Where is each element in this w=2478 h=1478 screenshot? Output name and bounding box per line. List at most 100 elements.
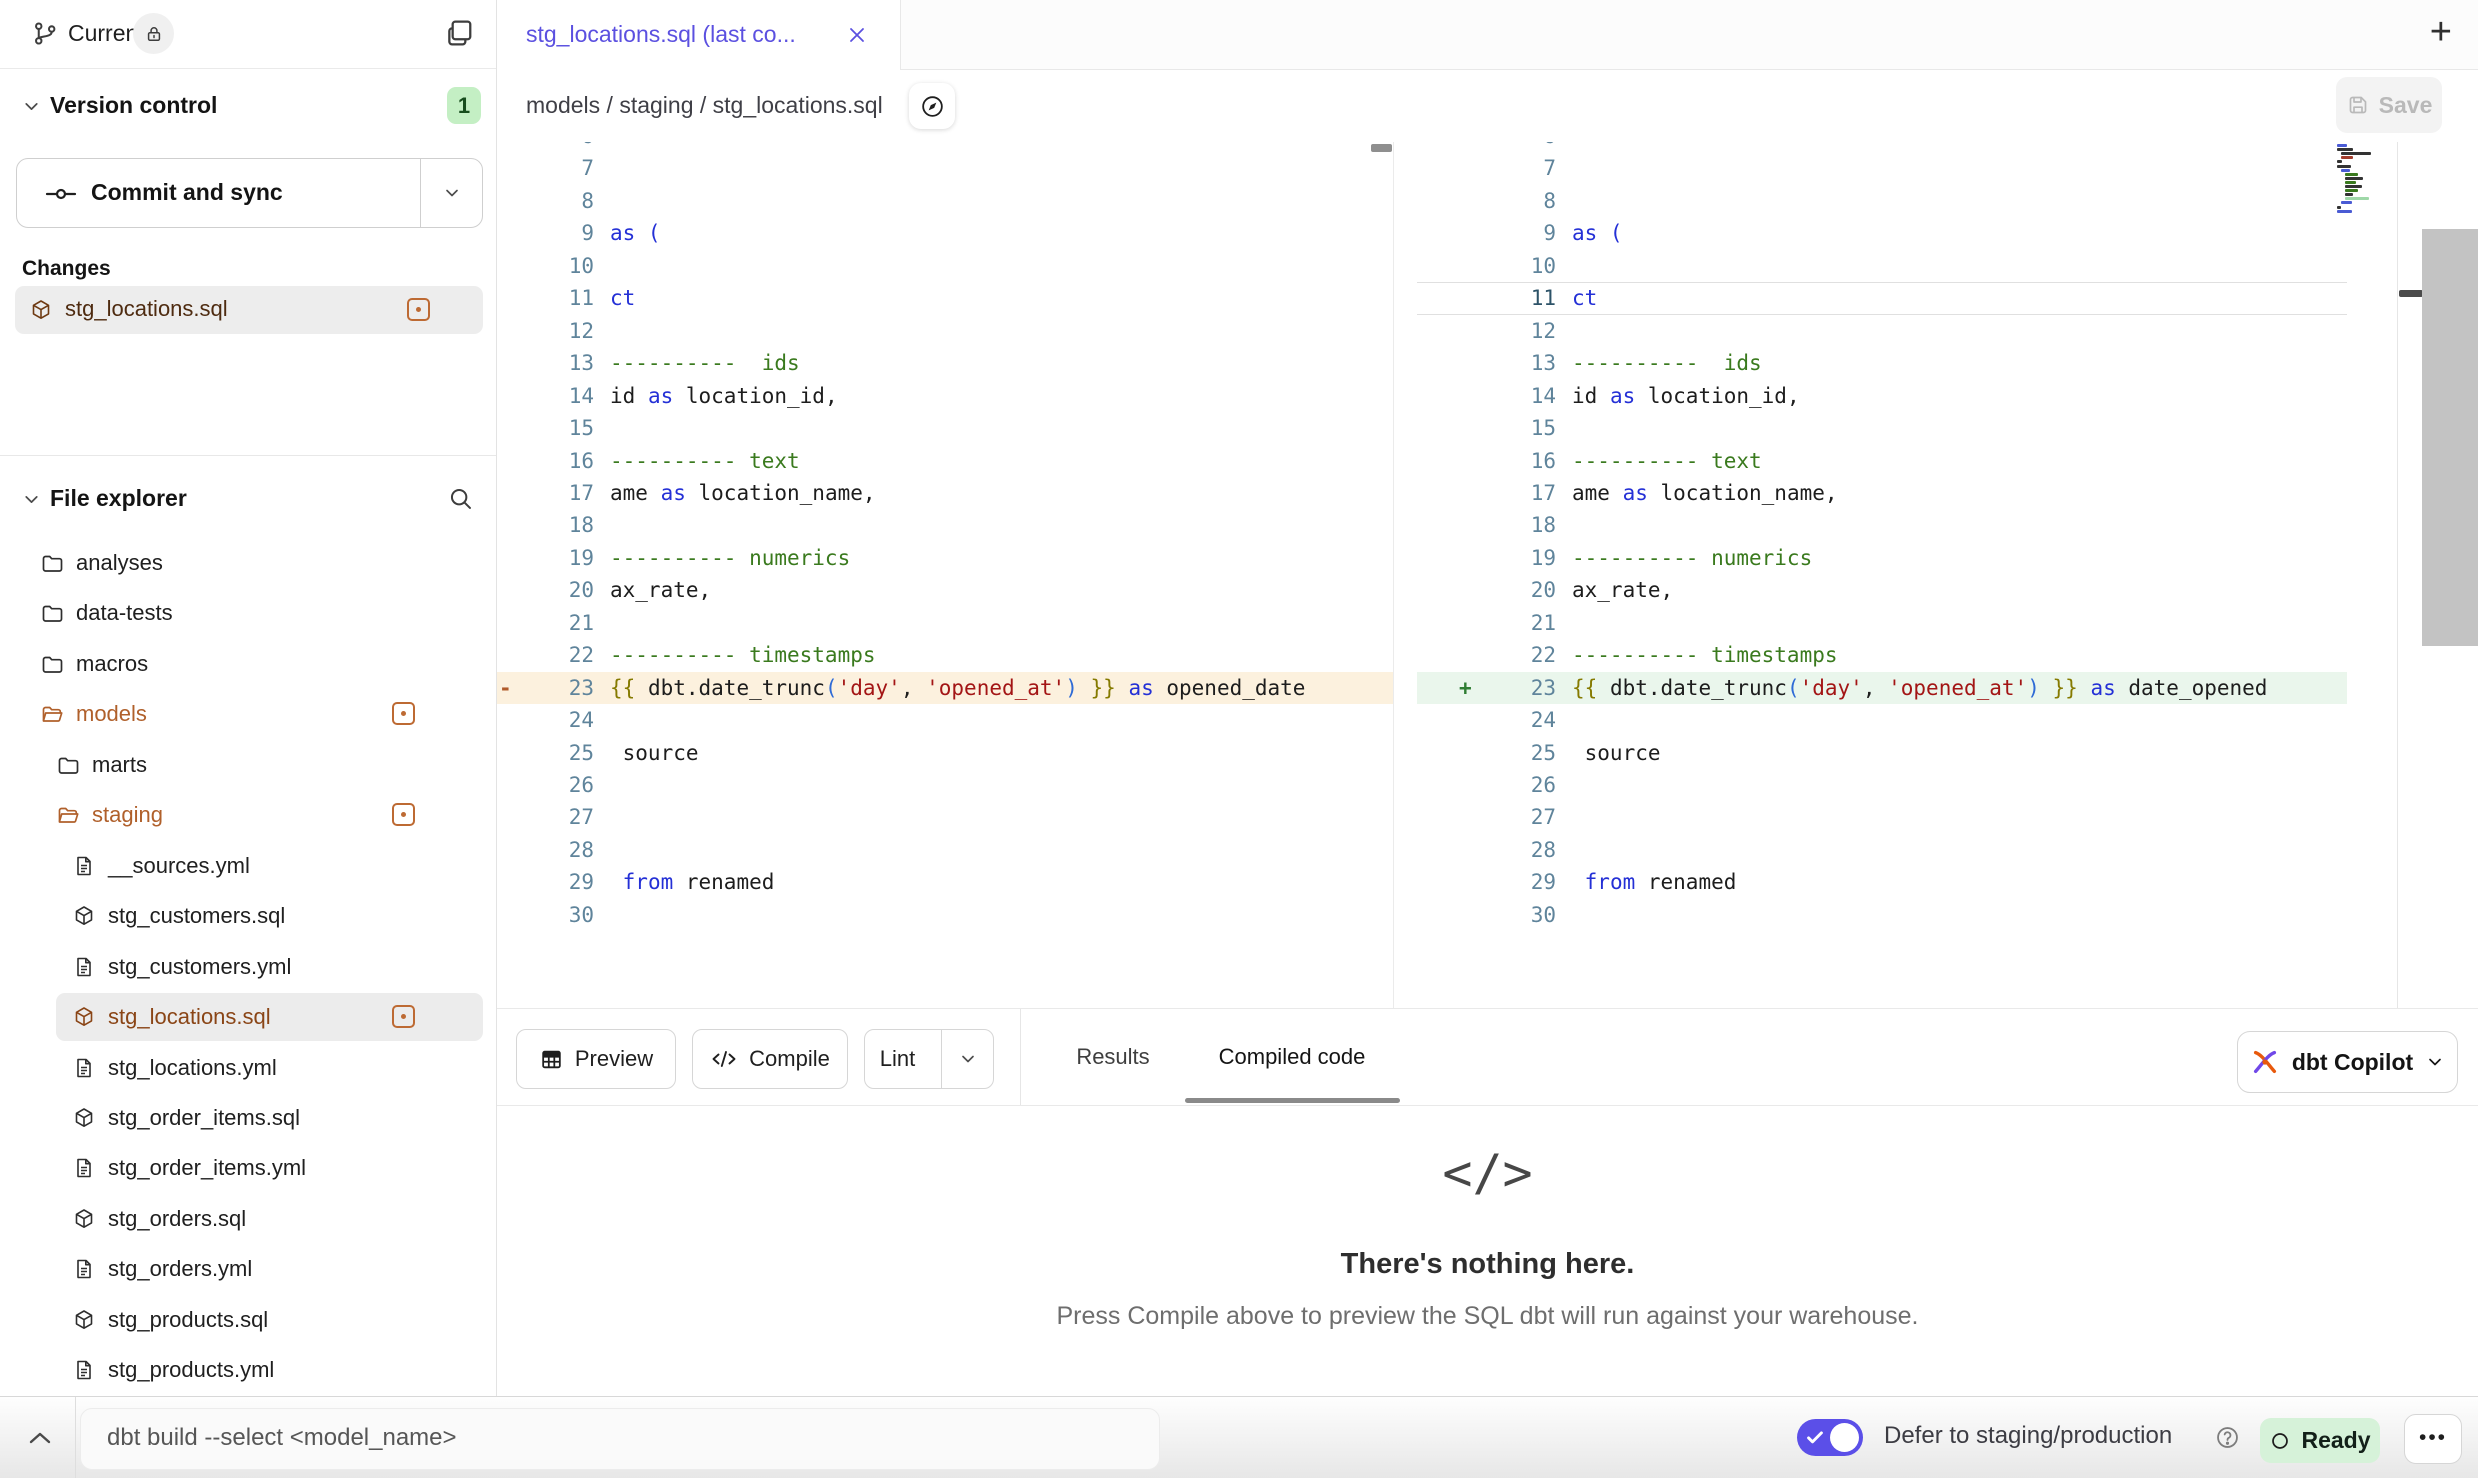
diff-pane-modified[interactable]: 6789as (1011ct1213---------- ids14id as …: [1417, 142, 2397, 1008]
chevron-down-icon[interactable]: [21, 489, 42, 510]
file-row-macros[interactable]: macros: [0, 639, 496, 689]
file-row-stg-locations-sql[interactable]: stg_locations.sql: [0, 992, 496, 1042]
code-line-14[interactable]: 14id as location_id,: [497, 380, 1393, 412]
code-line-10[interactable]: 10: [497, 250, 1393, 282]
vertical-scrollbar[interactable]: [2422, 229, 2478, 646]
file-row-stg-orders-sql[interactable]: stg_orders.sql: [0, 1194, 496, 1244]
new-tab-button[interactable]: +: [2430, 0, 2452, 70]
code-line-29[interactable]: 29 from renamed: [1417, 866, 2397, 898]
code-line-10[interactable]: 10: [1417, 250, 2397, 282]
commit-options-dropdown[interactable]: [420, 159, 482, 227]
code-line-12[interactable]: 12: [497, 315, 1393, 347]
code-line-28[interactable]: 28: [497, 834, 1393, 866]
code-line-19[interactable]: 19---------- numerics: [497, 542, 1393, 574]
code-line-25[interactable]: 25 source: [497, 737, 1393, 769]
left-pane-scrollbar[interactable]: [1371, 144, 1392, 152]
code-line-30[interactable]: 30: [497, 899, 1393, 931]
code-line-24[interactable]: 24: [497, 704, 1393, 736]
code-line-16[interactable]: 16---------- text: [1417, 445, 2397, 477]
code-line-20[interactable]: 20ax_rate,: [497, 574, 1393, 606]
code-line-23[interactable]: -23{{ dbt.date_trunc('day', 'opened_at')…: [497, 672, 1393, 704]
chevron-up-icon[interactable]: [26, 1429, 54, 1447]
code-line-15[interactable]: 15: [497, 412, 1393, 444]
tab-compiled-code[interactable]: Compiled code: [1137, 1009, 1447, 1105]
file-row-stg-locations-yml[interactable]: stg_locations.yml: [0, 1043, 496, 1093]
file-row-stg-customers-yml[interactable]: stg_customers.yml: [0, 942, 496, 992]
file-row-stg-products-sql[interactable]: stg_products.sql: [0, 1295, 496, 1345]
file-row-data-tests[interactable]: data-tests: [0, 588, 496, 638]
file-row-stg-customers-sql[interactable]: stg_customers.sql: [0, 891, 496, 941]
file-row-stg-order-items-yml[interactable]: stg_order_items.yml: [0, 1143, 496, 1193]
save-button[interactable]: Save: [2336, 77, 2442, 133]
file-row-stg-orders-yml[interactable]: stg_orders.yml: [0, 1244, 496, 1294]
diff-pane-original[interactable]: 6789as (1011ct1213---------- ids14id as …: [497, 142, 1393, 1008]
changed-file-row[interactable]: stg_locations.sql: [15, 286, 483, 334]
tab-stg-locations[interactable]: stg_locations.sql (last co...: [497, 0, 901, 70]
panel-resize-handle[interactable]: [2399, 290, 2423, 297]
more-options-button[interactable]: •••: [2404, 1414, 2462, 1464]
file-explorer-header[interactable]: File explorer: [0, 476, 496, 522]
diff-editor[interactable]: 6789as (1011ct1213---------- ids14id as …: [497, 142, 2397, 1008]
code-line-11[interactable]: 11ct: [497, 282, 1393, 314]
code-line-16[interactable]: 16---------- text: [497, 445, 1393, 477]
code-line-21[interactable]: 21: [497, 607, 1393, 639]
code-line-6[interactable]: 6: [1417, 142, 2397, 152]
search-icon[interactable]: [447, 485, 474, 512]
lint-options-dropdown[interactable]: [941, 1030, 993, 1088]
code-line-18[interactable]: 18: [497, 509, 1393, 541]
code-line-15[interactable]: 15: [1417, 412, 2397, 444]
help-icon[interactable]: [2214, 1424, 2241, 1451]
minimap[interactable]: [2337, 142, 2395, 220]
line-number: 8: [1417, 185, 1556, 217]
chevron-down-icon[interactable]: [21, 96, 42, 117]
code-line-13[interactable]: 13---------- ids: [497, 347, 1393, 379]
file-row-staging[interactable]: staging: [0, 790, 496, 840]
code-line-17[interactable]: 17ame as location_name,: [1417, 477, 2397, 509]
file-row-marts[interactable]: marts: [0, 740, 496, 790]
code-line-22[interactable]: 22---------- timestamps: [497, 639, 1393, 671]
version-control-header[interactable]: Version control 1: [0, 84, 496, 130]
code-line-25[interactable]: 25 source: [1417, 737, 2397, 769]
file-row-stg-order-items-sql[interactable]: stg_order_items.sql: [0, 1093, 496, 1143]
code-line-11[interactable]: 11ct: [1417, 282, 2397, 314]
code-line-24[interactable]: 24: [1417, 704, 2397, 736]
code-line-12[interactable]: 12: [1417, 315, 2397, 347]
code-line-9[interactable]: 9as (: [1417, 217, 2397, 249]
code-line-19[interactable]: 19---------- numerics: [1417, 542, 2397, 574]
code-line-6[interactable]: 6: [497, 142, 1393, 152]
code-line-9[interactable]: 9as (: [497, 217, 1393, 249]
commit-and-sync-button[interactable]: Commit and sync: [16, 158, 483, 228]
compile-button[interactable]: Compile: [692, 1029, 848, 1089]
code-line-20[interactable]: 20ax_rate,: [1417, 574, 2397, 606]
explore-lineage-button[interactable]: [909, 83, 955, 129]
code-line-30[interactable]: 30: [1417, 899, 2397, 931]
code-line-8[interactable]: 8: [1417, 185, 2397, 217]
code-line-28[interactable]: 28: [1417, 834, 2397, 866]
dbt-copilot-button[interactable]: dbt Copilot: [2237, 1031, 2458, 1093]
close-icon[interactable]: [845, 23, 869, 47]
code-line-14[interactable]: 14id as location_id,: [1417, 380, 2397, 412]
duplicate-icon[interactable]: [444, 17, 476, 49]
preview-button[interactable]: Preview: [516, 1029, 676, 1089]
code-line-7[interactable]: 7: [1417, 152, 2397, 184]
code-line-29[interactable]: 29 from renamed: [497, 866, 1393, 898]
file-row-models[interactable]: models: [0, 689, 496, 739]
code-line-13[interactable]: 13---------- ids: [1417, 347, 2397, 379]
code-line-18[interactable]: 18: [1417, 509, 2397, 541]
code-line-23[interactable]: +23{{ dbt.date_trunc('day', 'opened_at')…: [1417, 672, 2397, 704]
command-input[interactable]: dbt build --select <model_name>: [80, 1408, 1160, 1470]
code-line-27[interactable]: 27: [497, 801, 1393, 833]
lint-button[interactable]: Lint: [864, 1029, 994, 1089]
code-line-8[interactable]: 8: [497, 185, 1393, 217]
file-row-stg-products-yml[interactable]: stg_products.yml: [0, 1345, 496, 1395]
code-line-27[interactable]: 27: [1417, 801, 2397, 833]
file-row--sources-yml[interactable]: __sources.yml: [0, 841, 496, 891]
defer-toggle[interactable]: [1797, 1419, 1863, 1456]
code-line-17[interactable]: 17ame as location_name,: [497, 477, 1393, 509]
code-line-22[interactable]: 22---------- timestamps: [1417, 639, 2397, 671]
code-line-21[interactable]: 21: [1417, 607, 2397, 639]
code-line-7[interactable]: 7: [497, 152, 1393, 184]
code-line-26[interactable]: 26: [1417, 769, 2397, 801]
file-row-analyses[interactable]: analyses: [0, 538, 496, 588]
code-line-26[interactable]: 26: [497, 769, 1393, 801]
